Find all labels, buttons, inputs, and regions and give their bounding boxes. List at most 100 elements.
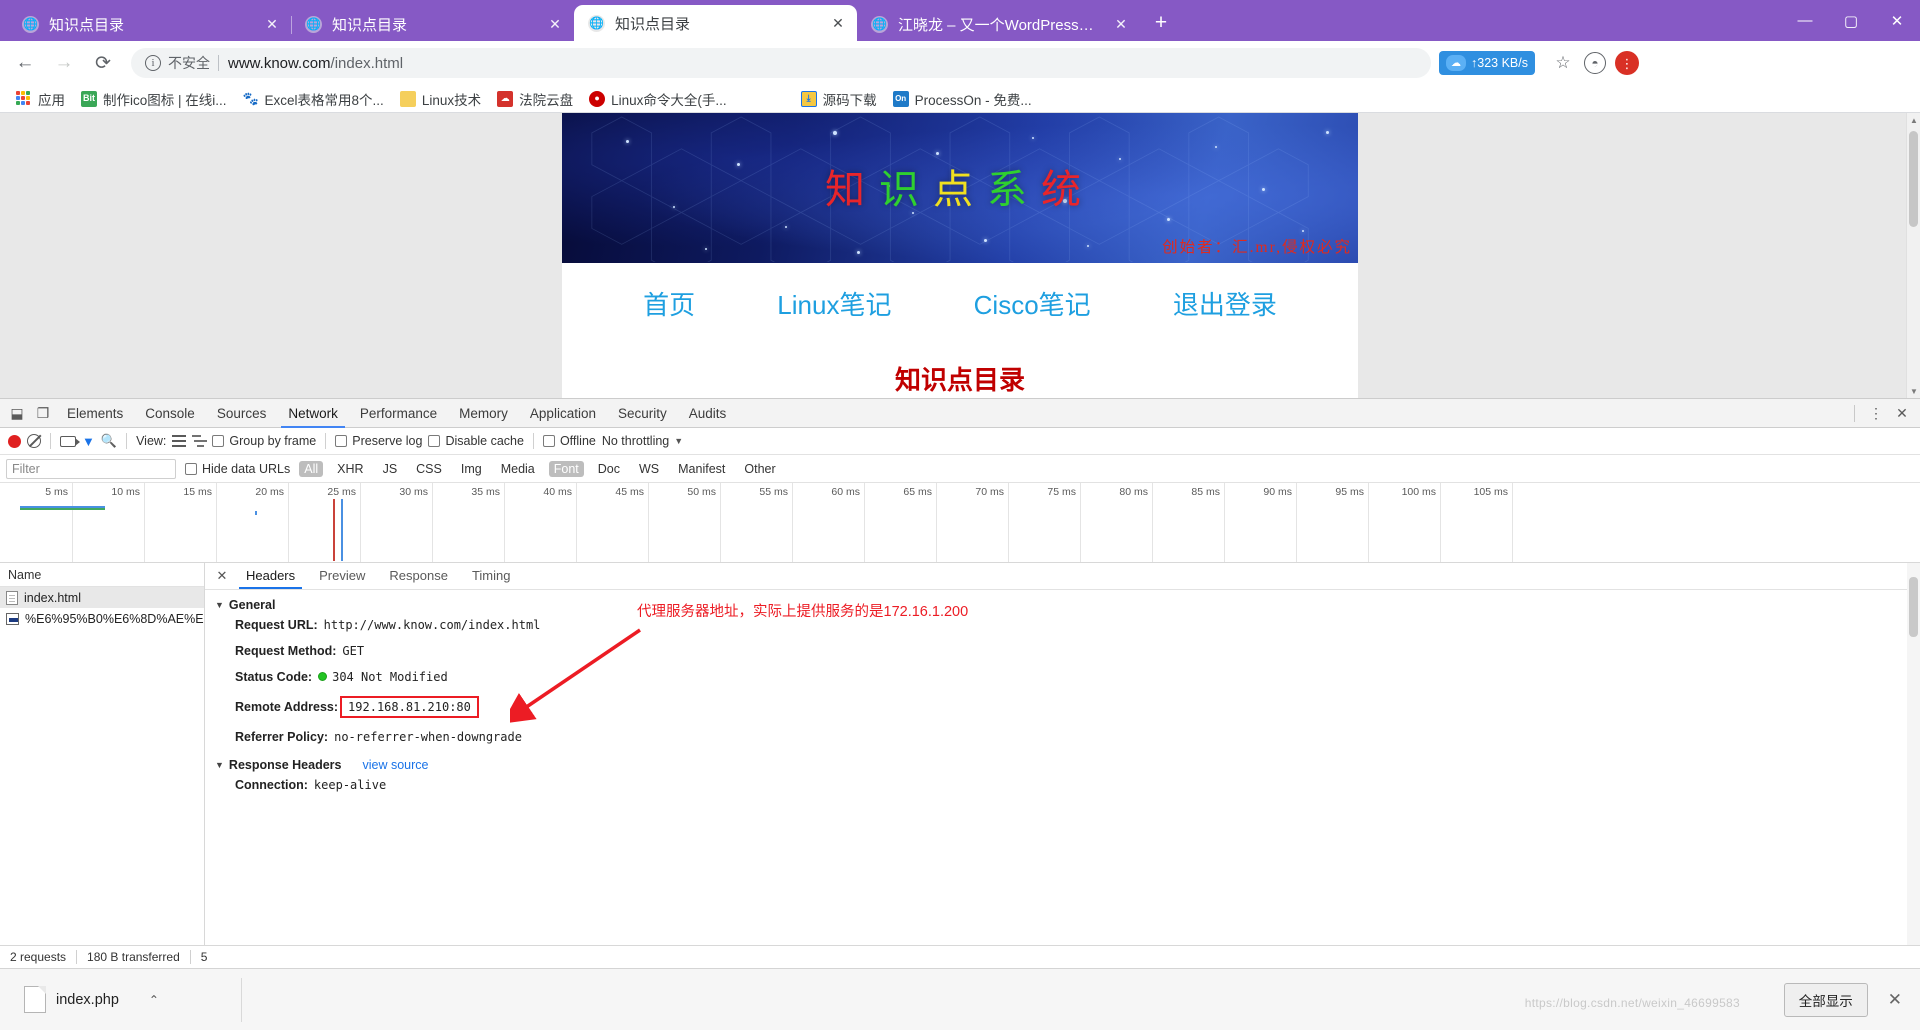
new-tab-button[interactable]: + <box>1146 8 1176 38</box>
toolbar-divider <box>325 433 326 449</box>
tab-close-icon[interactable]: ✕ <box>263 15 281 33</box>
filter-type-media[interactable]: Media <box>496 461 540 477</box>
devtools-tab-console[interactable]: Console <box>134 399 206 428</box>
filter-input[interactable]: Filter <box>6 459 176 479</box>
offline-checkbox[interactable]: Offline <box>543 434 596 448</box>
browser-tab-1[interactable]: 🌐 知识点目录 ✕ <box>8 7 291 41</box>
nav-link-cisco-notes[interactable]: Cisco笔记 <box>974 285 1091 322</box>
nav-link-home[interactable]: 首页 <box>643 285 695 322</box>
device-toolbar-icon[interactable]: ❐ <box>30 400 56 426</box>
cloud-icon: ☁ <box>1446 55 1466 71</box>
bookmark-ico-maker[interactable]: Bit 制作ico图标 | 在线i... <box>73 87 235 111</box>
minimize-button[interactable]: — <box>1782 0 1828 41</box>
devtools-tab-network[interactable]: Network <box>277 399 349 428</box>
filter-type-font[interactable]: Font <box>549 461 584 477</box>
devtools-tab-application[interactable]: Application <box>519 399 607 428</box>
detail-scrollbar-thumb[interactable] <box>1909 577 1918 637</box>
waterfall-view-icon[interactable] <box>192 435 206 447</box>
download-menu-chevron-icon[interactable]: ⌃ <box>149 993 159 1007</box>
bookmark-apps[interactable]: 应用 <box>8 87 73 111</box>
browser-tab-4[interactable]: 🌐 江晓龙 – 又一个WordPress站点 ✕ <box>857 7 1140 41</box>
site-info-icon[interactable]: i <box>145 55 161 71</box>
record-button-icon[interactable] <box>8 435 21 448</box>
detail-close-icon[interactable]: ✕ <box>211 565 233 587</box>
network-timeline-overview[interactable]: 5 ms 10 ms 15 ms 20 ms 25 ms 30 ms 35 ms… <box>0 483 1920 563</box>
disable-cache-checkbox[interactable]: Disable cache <box>428 434 524 448</box>
bookmark-linux-folder[interactable]: Linux技术 <box>392 87 489 111</box>
bookmark-star-icon[interactable]: ☆ <box>1549 49 1577 77</box>
search-icon[interactable]: 🔍 <box>101 433 117 449</box>
detail-tab-preview[interactable]: Preview <box>308 563 376 589</box>
devtools-tab-elements[interactable]: Elements <box>56 399 134 428</box>
response-headers-section-title[interactable]: ▼ Response Headers view source <box>215 758 1920 772</box>
tab-close-icon[interactable]: ✕ <box>829 14 847 32</box>
devtools-tab-security[interactable]: Security <box>607 399 678 428</box>
detail-tab-timing[interactable]: Timing <box>461 563 522 589</box>
bookmark-processon[interactable]: On ProcessOn - 免费... <box>885 87 1040 111</box>
throttling-dropdown[interactable]: No throttling ▼ <box>602 434 683 448</box>
devtools-tab-sources[interactable]: Sources <box>206 399 278 428</box>
download-item[interactable]: index.php ⌃ <box>12 978 242 1022</box>
nav-link-logout[interactable]: 退出登录 <box>1173 285 1277 322</box>
group-by-frame-checkbox[interactable]: Group by frame <box>212 434 316 448</box>
detail-tab-headers[interactable]: Headers <box>235 563 306 589</box>
scrollbar-thumb[interactable] <box>1909 131 1918 227</box>
preserve-log-checkbox[interactable]: Preserve log <box>335 434 422 448</box>
bookmark-source-download[interactable]: ⤓ 源码下载 <box>793 87 885 111</box>
filter-funnel-icon[interactable]: ▼ <box>82 434 95 449</box>
devtools-more-icon[interactable]: ⋮ <box>1863 400 1889 426</box>
chrome-menu-button[interactable]: ⋮ <box>1613 49 1641 77</box>
profile-button[interactable]: ◓ <box>1581 49 1609 77</box>
filter-type-img[interactable]: Img <box>456 461 487 477</box>
timeline-network-line-2 <box>20 508 105 510</box>
bookmark-excel-tips[interactable]: 🐾 Excel表格常用8个... <box>235 87 392 111</box>
tab-strip: 🌐 知识点目录 ✕ 🌐 知识点目录 ✕ 🌐 知识点目录 ✕ 🌐 江晓龙 – 又一… <box>0 0 1920 41</box>
filter-type-other[interactable]: Other <box>739 461 780 477</box>
inspect-element-icon[interactable]: ⬓ <box>4 400 30 426</box>
hide-data-urls-checkbox[interactable]: Hide data URLs <box>185 462 290 476</box>
reload-button[interactable]: ⟳ <box>88 48 118 78</box>
bookmark-court-cloud[interactable]: ☁ 法院云盘 <box>489 87 581 111</box>
window-close-button[interactable]: ✕ <box>1874 0 1920 41</box>
browser-tab-2[interactable]: 🌐 知识点目录 ✕ <box>291 7 574 41</box>
back-button[interactable]: ← <box>10 48 40 78</box>
filter-type-css[interactable]: CSS <box>411 461 447 477</box>
filter-type-all[interactable]: All <box>299 461 323 477</box>
list-view-icon[interactable] <box>172 435 186 447</box>
filter-type-doc[interactable]: Doc <box>593 461 625 477</box>
download-shelf-close-icon[interactable]: ✕ <box>1882 990 1908 1010</box>
devtools-tab-performance[interactable]: Performance <box>349 399 448 428</box>
devtools-tab-audits[interactable]: Audits <box>678 399 738 428</box>
general-section-title[interactable]: ▼ General <box>215 598 1920 612</box>
timeline-event-marker <box>255 511 257 515</box>
maximize-button[interactable]: ▢ <box>1828 0 1874 41</box>
scroll-down-arrow-icon[interactable]: ▼ <box>1907 384 1920 398</box>
page-scrollbar[interactable]: ▲ ▼ <box>1906 113 1920 398</box>
filter-type-js[interactable]: JS <box>378 461 403 477</box>
request-row-index-html[interactable]: index.html <box>0 587 204 608</box>
devtools-close-icon[interactable]: ✕ <box>1889 400 1915 426</box>
address-bar[interactable]: i 不安全 www.know.com/index.html <box>131 48 1431 78</box>
tab-favicon-icon: 🌐 <box>871 16 888 33</box>
filter-type-ws[interactable]: WS <box>634 461 664 477</box>
network-controls-toolbar: ▼ 🔍 View: Group by frame Preserve log Di… <box>0 428 1920 455</box>
forward-button[interactable]: → <box>49 48 79 78</box>
scroll-up-arrow-icon[interactable]: ▲ <box>1907 113 1920 127</box>
clear-button-icon[interactable] <box>27 434 41 448</box>
tabbar-divider <box>1854 405 1855 422</box>
show-all-downloads-button[interactable]: 全部显示 <box>1784 983 1868 1017</box>
filter-type-manifest[interactable]: Manifest <box>673 461 730 477</box>
capture-screenshots-icon[interactable] <box>60 436 76 447</box>
view-source-link[interactable]: view source <box>362 758 428 772</box>
filter-type-xhr[interactable]: XHR <box>332 461 368 477</box>
detail-tab-response[interactable]: Response <box>378 563 459 589</box>
request-row-encoded[interactable]: %E6%95%B0%E6%8D%AE%E8... <box>0 608 204 629</box>
devtools-tab-memory[interactable]: Memory <box>448 399 519 428</box>
browser-tab-3-active[interactable]: 🌐 知识点目录 ✕ <box>574 5 857 41</box>
download-speed-badge[interactable]: ☁ ↑323 KB/s <box>1439 51 1535 75</box>
detail-scrollbar[interactable] <box>1907 563 1920 945</box>
bookmark-linux-commands[interactable]: ● Linux命令大全(手... <box>581 87 735 111</box>
nav-link-linux-notes[interactable]: Linux笔记 <box>777 285 891 322</box>
tab-close-icon[interactable]: ✕ <box>1112 15 1130 33</box>
tab-close-icon[interactable]: ✕ <box>546 15 564 33</box>
